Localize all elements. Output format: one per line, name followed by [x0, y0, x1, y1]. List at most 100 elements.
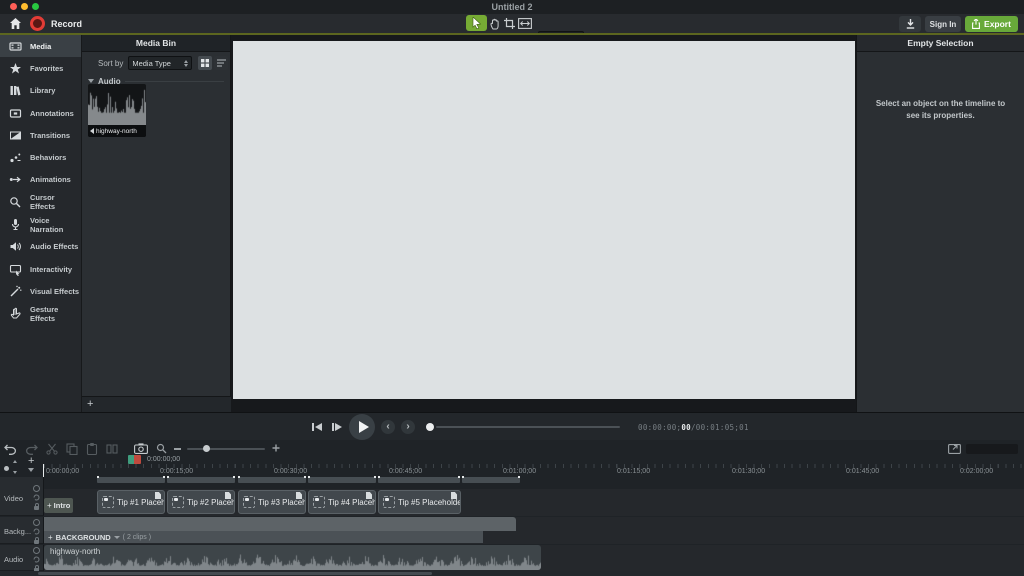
- playhead-out-handle[interactable]: [134, 455, 141, 464]
- paste-button[interactable]: [86, 443, 100, 455]
- timeline-zoom-slider-handle[interactable]: [203, 445, 210, 452]
- timeline: + 0:00:00;00 0:00:00;00 0:00:15;00 0:00:…: [0, 440, 1024, 576]
- clip-intro[interactable]: + Intro: [44, 498, 73, 513]
- timeline-ruler[interactable]: 0:00:00;00 0:00:15;00 0:00:30;00 0:00:45…: [44, 464, 1024, 476]
- undo-button[interactable]: [4, 443, 18, 455]
- track-scroll-up-icon[interactable]: [13, 460, 17, 463]
- step-back-icon: [311, 423, 314, 431]
- detach-timeline-button[interactable]: [948, 443, 962, 455]
- timeline-zoom-out-button[interactable]: [174, 448, 181, 450]
- download-button[interactable]: [899, 16, 921, 32]
- play-button[interactable]: [349, 414, 375, 440]
- record-button[interactable]: Record: [30, 16, 82, 31]
- previous-clip-button[interactable]: ‹: [381, 420, 395, 434]
- track-scroll-down-icon[interactable]: [13, 471, 17, 474]
- select-tool-button[interactable]: [466, 15, 487, 31]
- sidebar-item-favorites[interactable]: Favorites: [0, 57, 81, 79]
- sidebar-item-annotations[interactable]: Annotations: [0, 102, 81, 124]
- sidebar-item-voice-narration[interactable]: Voice Narration: [0, 213, 81, 235]
- sort-by-dropdown[interactable]: Media Type: [128, 56, 193, 70]
- collapsed-track-band: [0, 476, 1024, 489]
- ruler-label: 0:01:00;00: [503, 468, 537, 475]
- copy-button[interactable]: [66, 443, 80, 455]
- sidebar-item-interactivity[interactable]: Interactivity: [0, 258, 81, 280]
- cursor-effects-icon: [9, 196, 22, 209]
- track-loop-icon[interactable]: [33, 528, 40, 535]
- clip-label: BACKGROUND: [55, 532, 111, 542]
- sign-in-button[interactable]: Sign In: [925, 16, 961, 32]
- section-divider: [124, 80, 224, 82]
- cut-button[interactable]: [46, 443, 60, 455]
- clip-tip-5[interactable]: Tip #5 Placeholder: [378, 490, 461, 514]
- home-icon[interactable]: [9, 17, 22, 30]
- track-loop-icon[interactable]: [33, 494, 40, 501]
- list-view-button[interactable]: [214, 56, 229, 70]
- ruler-label: 0:01:45;00: [846, 468, 880, 475]
- clip-tip-1[interactable]: Tip #1 Placeholder: [97, 490, 165, 514]
- timeline-zoom-slider[interactable]: [187, 448, 265, 450]
- sidebar-item-label: Interactivity: [30, 264, 73, 274]
- next-clip-button[interactable]: ›: [401, 420, 415, 434]
- track-controls[interactable]: [33, 519, 40, 544]
- sidebar-item-cursor-effects[interactable]: Cursor Effects: [0, 191, 81, 213]
- media-clip-highway-north[interactable]: highway-north: [88, 84, 146, 137]
- collapsed-clip[interactable]: [97, 476, 165, 483]
- step-forward-button[interactable]: [329, 420, 344, 434]
- sidebar-item-transitions[interactable]: Transitions: [0, 124, 81, 146]
- thumbnail-view-button[interactable]: [198, 56, 213, 70]
- sidebar-item-audio-effects[interactable]: Audio Effects: [0, 236, 81, 258]
- scale-to-fit-button[interactable]: [517, 17, 532, 30]
- camera-capture-button[interactable]: [134, 443, 148, 455]
- step-back-button[interactable]: [309, 420, 324, 434]
- track-visibility-icon[interactable]: [33, 547, 40, 554]
- sidebar-item-behaviors[interactable]: Behaviors: [0, 146, 81, 168]
- track-header-background[interactable]: Backg...: [0, 517, 44, 544]
- track-header-audio[interactable]: Audio: [0, 545, 44, 572]
- clip-tip-3[interactable]: Tip #3 Placeholder: [238, 490, 306, 514]
- clip-background-group-bar[interactable]: + BACKGROUND ( 2 clips ): [44, 531, 483, 543]
- clip-background-body[interactable]: [44, 517, 516, 531]
- collapsed-clip[interactable]: [167, 476, 235, 483]
- track-lock-icon[interactable]: [34, 537, 39, 544]
- collapsed-clip[interactable]: [462, 476, 520, 483]
- timeline-scrollbar-thumb[interactable]: [38, 572, 432, 575]
- crop-tool-button[interactable]: [503, 17, 515, 30]
- audio-waveform: [44, 554, 541, 570]
- add-media-button[interactable]: +: [87, 398, 93, 410]
- sidebar-item-media[interactable]: Media: [0, 35, 81, 58]
- timeline-zoom-in-button[interactable]: [272, 444, 280, 452]
- thumbnail-view-icon: [201, 59, 210, 67]
- expand-group-icon[interactable]: +: [48, 533, 53, 542]
- track-visibility-icon[interactable]: [33, 485, 40, 492]
- collapse-tracks-icon[interactable]: [28, 468, 34, 472]
- track-controls[interactable]: [33, 547, 40, 572]
- expand-group-icon[interactable]: +: [47, 501, 52, 510]
- scrubber-handle[interactable]: [426, 423, 434, 431]
- track-header-video[interactable]: Video: [0, 477, 44, 516]
- export-button[interactable]: Export: [965, 16, 1018, 32]
- collapsed-clip[interactable]: [308, 476, 376, 483]
- timeline-minimap[interactable]: [966, 444, 1018, 454]
- clip-tip-2[interactable]: Tip #2 Placeholder: [167, 490, 235, 514]
- add-track-button[interactable]: +: [28, 455, 34, 467]
- sidebar-item-visual-effects[interactable]: Visual Effects: [0, 280, 81, 302]
- clip-highway-north[interactable]: highway-north: [44, 545, 541, 570]
- sidebar-item-gesture-effects[interactable]: Gesture Effects: [0, 303, 81, 325]
- split-button[interactable]: [106, 443, 120, 455]
- clip-tip-4[interactable]: Tip #4 Placeholder: [308, 490, 376, 514]
- track-controls[interactable]: [33, 485, 40, 510]
- marker-dot-icon[interactable]: [4, 466, 9, 471]
- canvas-stage[interactable]: [233, 41, 855, 399]
- track-lock-icon[interactable]: [34, 503, 39, 510]
- redo-button[interactable]: [25, 443, 39, 455]
- collapsed-clip[interactable]: [378, 476, 460, 483]
- sidebar-item-label: Annotations: [30, 108, 74, 118]
- sidebar-item-library[interactable]: Library: [0, 80, 81, 102]
- track-visibility-icon[interactable]: [33, 519, 40, 526]
- sidebar-item-animations[interactable]: Animations: [0, 169, 81, 191]
- track-loop-icon[interactable]: [33, 556, 40, 563]
- collapsed-clip[interactable]: [238, 476, 306, 483]
- sidebar: Media Favorites Library Annotations Tran…: [0, 35, 82, 412]
- pan-tool-button[interactable]: [489, 17, 501, 30]
- scrubber-track[interactable]: [436, 426, 620, 428]
